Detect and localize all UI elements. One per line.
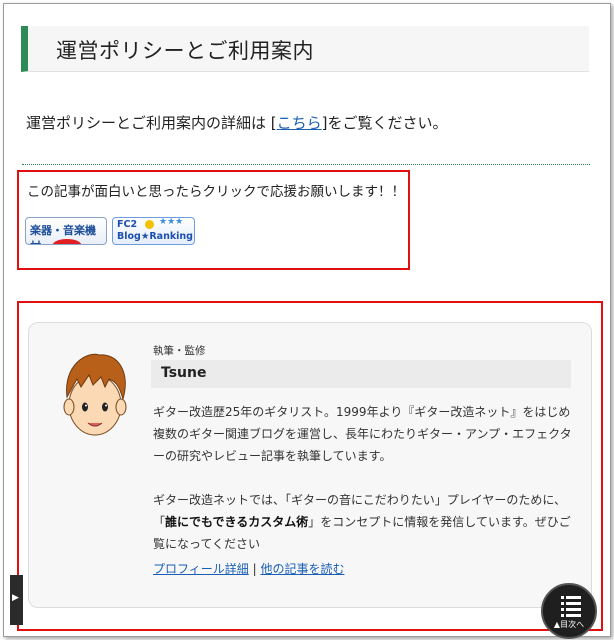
author-name-bar: Tsune (151, 360, 571, 388)
author-bio-paragraph-2: ギター改造ネットでは、「ギターの音にこだわりたい」プレイヤーのために、「誰にでも… (153, 489, 573, 555)
stars-icon: ★★★ (159, 217, 184, 227)
page-frame: 運営ポリシーとご利用案内 運営ポリシーとご利用案内の詳細は [こちら]をご覧くだ… (3, 3, 611, 639)
policy-prefix: 運営ポリシーとご利用案内の詳細は [ (26, 114, 277, 132)
badge2-blog-ranking: Blog★Ranking (117, 231, 193, 242)
author-name: Tsune (161, 365, 207, 381)
bio2-bold: 誰にでもできるカスタム術 (165, 515, 309, 529)
author-bio-paragraph-1: ギター改造歴25年のギタリスト。1999年より『ギター改造ネット』をはじめ複数の… (153, 405, 572, 463)
badge2-fc2: FC2 (117, 219, 138, 230)
caret-right-icon: ▶ (12, 593, 19, 603)
ranking-box: この記事が面白いと思ったらクリックで応援お願いします！！ 楽器・音楽機材 FC2… (17, 170, 410, 270)
section-heading: 運営ポリシーとご利用案内 (21, 26, 589, 72)
music-gear-ranking-badge[interactable]: 楽器・音楽機材 (25, 217, 107, 245)
author-role: 執筆・監修 (153, 345, 206, 357)
policy-link[interactable]: こちら (277, 114, 322, 132)
section-title: 運営ポリシーとご利用案内 (56, 39, 314, 63)
author-avatar (63, 353, 127, 436)
toc-label: ▲目次へ (553, 620, 585, 629)
ranking-message: この記事が面白いと思ったらクリックで応援お願いします！！ (27, 184, 405, 200)
toc-button[interactable]: ▲目次へ (541, 583, 597, 639)
policy-notice: 運営ポリシーとご利用案内の詳細は [こちら]をご覧ください。 (26, 112, 448, 133)
list-icon (561, 596, 581, 617)
author-links: プロフィール詳細 | 他の記事を読む (153, 560, 344, 577)
author-box-highlight: 執筆・監修 Tsune ギター改造歴25年のギタリスト。1999年より『ギター改… (17, 301, 603, 631)
policy-suffix: ]をご覧ください。 (321, 114, 448, 132)
sun-icon (145, 220, 154, 229)
other-articles-link[interactable]: 他の記事を読む (260, 562, 344, 576)
link-separator: | (248, 562, 261, 576)
divider (22, 164, 590, 165)
profile-link[interactable]: プロフィール詳細 (153, 562, 249, 576)
fc2-blog-ranking-badge[interactable]: FC2 ★★★ Blog★Ranking (112, 217, 195, 245)
author-bio: ギター改造歴25年のギタリスト。1999年より『ギター改造ネット』をはじめ複数の… (153, 401, 573, 555)
author-card: 執筆・監修 Tsune ギター改造歴25年のギタリスト。1999年より『ギター改… (28, 322, 592, 608)
side-panel-toggle[interactable]: ▶ (10, 575, 23, 625)
